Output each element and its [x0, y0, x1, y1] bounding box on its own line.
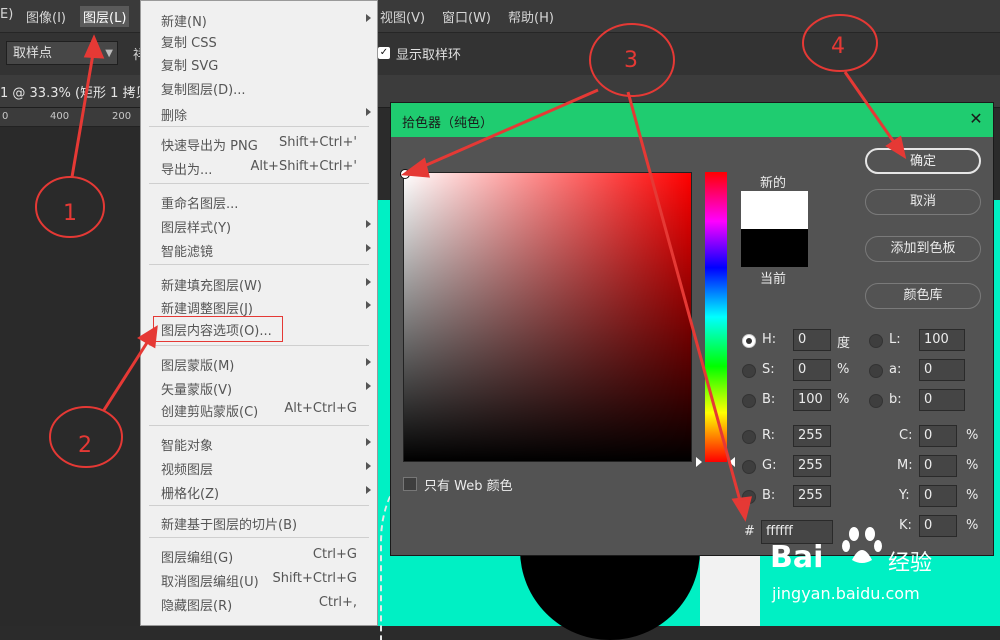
annotation-arrow-2 [102, 337, 152, 411]
annotation-arrowhead [83, 34, 105, 59]
annotation-arrowhead [137, 325, 158, 349]
annotation-arrowhead [400, 157, 430, 178]
annotation-arrow-3a [414, 88, 599, 172]
annotation-number-2: 2 [78, 433, 92, 458]
annotation-arrow-3b [626, 91, 744, 509]
annotation-number-1: 1 [63, 201, 77, 226]
annotation-number-4: 4 [831, 34, 845, 59]
annotation-arrow-1 [70, 47, 96, 178]
annotation-arrowhead [731, 496, 752, 522]
annotation-arrowhead [885, 135, 907, 160]
tutorial-annotations: 1 2 3 4 [35, 14, 907, 522]
annotation-arrow-4 [843, 71, 900, 149]
annotation-number-3: 3 [624, 48, 638, 73]
